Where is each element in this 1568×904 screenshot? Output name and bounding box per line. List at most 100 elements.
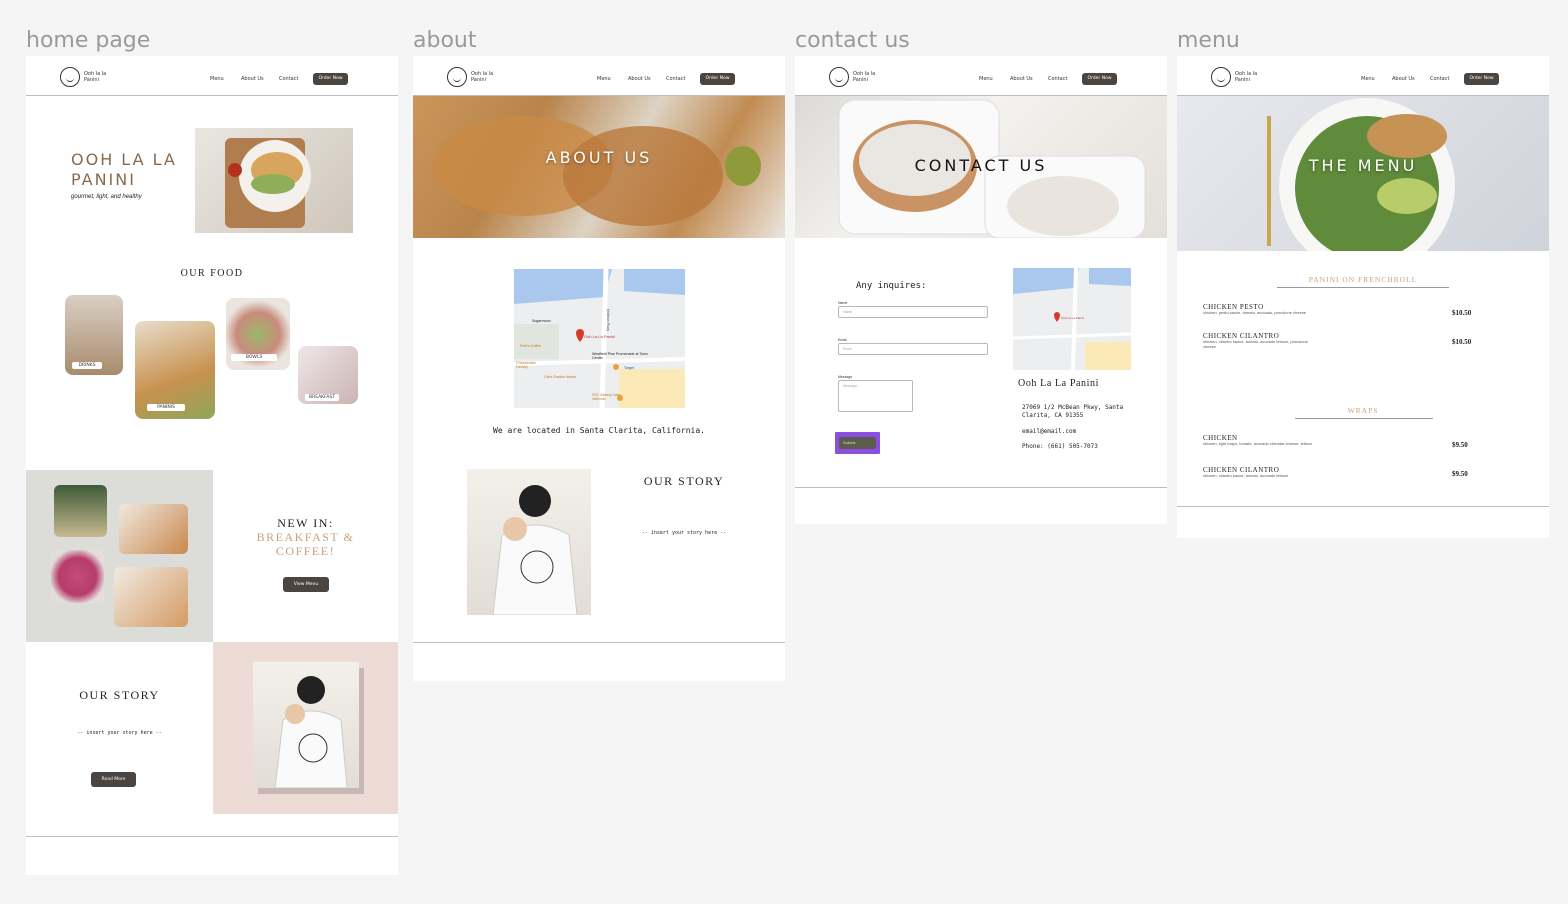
logo-icon[interactable]	[829, 67, 849, 87]
order-now-button[interactable]: Order Now	[1082, 73, 1117, 85]
phone-text[interactable]: Phone: (661) 505-7073	[1022, 443, 1098, 450]
email-label: Email	[838, 338, 847, 342]
nav-contact-link[interactable]: Contact	[666, 76, 685, 82]
story-photo	[253, 662, 359, 788]
nav-about-link[interactable]: About Us	[1392, 76, 1415, 82]
nav-about-link[interactable]: About Us	[241, 76, 264, 82]
food-tag-bowls: BOWLS	[231, 354, 277, 361]
nav-contact-link[interactable]: Contact	[279, 76, 298, 82]
about-hero-title: ABOUT US	[545, 148, 653, 167]
coffee-photo	[54, 485, 107, 537]
tagline: gourmet, light, and healthy	[71, 194, 142, 200]
logo-text: Ooh la la Panini	[471, 71, 494, 83]
contact-map[interactable]: Ooh La La Panini	[1013, 268, 1131, 370]
nav-about-link[interactable]: About Us	[628, 76, 651, 82]
location-map[interactable]: Sugarmoon Ooh La La Panini Peet's Coffee…	[514, 269, 685, 408]
our-food-heading: OUR FOOD	[180, 268, 244, 279]
name-label: Name	[838, 301, 848, 305]
email-placeholder: Email	[843, 347, 852, 351]
section-heading-wraps: WRAPS	[1347, 406, 1379, 415]
frame-label-home: home page	[26, 28, 151, 53]
menu-item-desc: chicken, light mayo, tomato, avocado che…	[1203, 441, 1313, 446]
food-tag-paninis: PANINIS	[147, 404, 185, 411]
map-label-olive-garden: Olive Garden Italian	[544, 375, 576, 379]
name-placeholder: Name	[843, 310, 853, 314]
new-in-line3: COFFEE!	[275, 544, 336, 558]
hero-panini-photo	[195, 128, 353, 233]
nav-about-link[interactable]: About Us	[1010, 76, 1033, 82]
map-label-cheesecake: Cheesecake Factory	[516, 361, 536, 369]
frame-label-menu: menu	[1177, 28, 1240, 53]
breakfast-wrap-photo	[114, 567, 188, 627]
read-more-button[interactable]: Read More	[91, 772, 136, 787]
story-panel	[213, 642, 398, 814]
story-photo	[467, 469, 591, 615]
section-underline	[1277, 287, 1449, 288]
name-field[interactable]: Name	[838, 306, 988, 318]
logo-text: Ooh la la Panini	[84, 71, 107, 83]
footer-divider	[26, 836, 398, 837]
logo-icon[interactable]	[1211, 67, 1231, 87]
nav-contact-link[interactable]: Contact	[1430, 76, 1449, 82]
logo-icon[interactable]	[60, 67, 80, 87]
section-underline	[1295, 418, 1433, 419]
new-in-line1: NEW IN:	[277, 516, 334, 530]
nav-menu-link[interactable]: Menu	[210, 76, 224, 82]
menu-item-desc: chicken, pesto sauce, tomato, avocado, p…	[1203, 310, 1306, 315]
contact-page-frame: Ooh la la Panini Menu About Us Contact O…	[795, 56, 1167, 524]
person-with-baby-illustration	[492, 485, 578, 615]
about-page-frame: Ooh la la Panini Menu About Us Contact O…	[413, 56, 785, 681]
address-text: 27069 1/2 McBean Pkwy, Santa Clarita, CA…	[1022, 404, 1124, 419]
business-name: Ooh La La Panini	[1018, 378, 1099, 389]
nav-bar: Ooh la la Panini Menu About Us Contact O…	[795, 56, 1167, 96]
about-hero-photo	[413, 96, 785, 238]
logo-text: Ooh la la Panini	[1235, 71, 1258, 83]
nav-menu-link[interactable]: Menu	[597, 76, 611, 82]
menu-hero-title: THE MENU	[1308, 156, 1418, 175]
menu-item-price: $10.50	[1452, 309, 1472, 317]
nav-menu-link[interactable]: Menu	[979, 76, 993, 82]
map-label-ssc: SSC Bakery Cafe - Valencia	[592, 393, 623, 401]
nav-contact-link[interactable]: Contact	[1048, 76, 1067, 82]
story-placeholder: -- insert your story here --	[77, 730, 162, 736]
contact-hero-title: CONTACT US	[914, 156, 1048, 175]
view-menu-button[interactable]: View Menu	[283, 577, 329, 592]
message-field[interactable]: Message	[838, 380, 913, 412]
nav-bar: Ooh la la Panini Menu About Us Contact O…	[1177, 56, 1549, 96]
new-in-heading: NEW IN: BREAKFAST & COFFEE!	[213, 516, 398, 558]
frame-label-contact: contact us	[795, 28, 910, 53]
order-now-button[interactable]: Order Now	[313, 73, 348, 85]
map-label-mcbean: McBean Pkwy	[606, 309, 610, 332]
menu-item-price: $10.50	[1452, 338, 1472, 346]
map-label-panini: Ooh La La Panini	[584, 334, 615, 339]
map-label-target: Target	[624, 366, 634, 370]
sandwich-photo	[119, 504, 188, 554]
submit-button[interactable]: Submit	[839, 437, 876, 449]
logo-icon[interactable]	[447, 67, 467, 87]
panini-illustration	[433, 116, 761, 226]
email-field[interactable]: Email	[838, 343, 988, 355]
footer-divider	[795, 487, 1167, 488]
map-label-westfield: Westfield Pine Promenade at Town Center	[592, 352, 648, 360]
frame-label-about: about	[413, 28, 477, 53]
our-story-heading: OUR STORY	[643, 474, 725, 488]
submit-highlight: Submit	[835, 432, 880, 454]
map-label-sugarmoon: Sugarmoon	[532, 319, 551, 323]
map-label-peets: Peet's Coffee	[520, 344, 542, 348]
order-now-button[interactable]: Order Now	[700, 73, 735, 85]
menu-item-desc: chicken, cilantro sauce, tomato, avocado…	[1203, 473, 1289, 478]
food-tag-drinks: DRINKS	[72, 362, 102, 369]
nav-menu-link[interactable]: Menu	[1361, 76, 1375, 82]
new-in-collage	[26, 470, 213, 642]
order-now-button[interactable]: Order Now	[1464, 73, 1499, 85]
logo-text: Ooh la la Panini	[853, 71, 876, 83]
acai-bowl-photo	[51, 550, 104, 603]
message-placeholder: Message	[843, 384, 858, 388]
footer-divider	[413, 642, 785, 643]
menu-page-frame: Ooh la la Panini Menu About Us Contact O…	[1177, 56, 1549, 538]
nav-bar: Ooh la la Panini Menu About Us Contact O…	[26, 56, 398, 96]
email-text[interactable]: email@email.com	[1022, 428, 1076, 435]
location-text: We are located in Santa Clarita, Califor…	[493, 426, 705, 435]
message-label: Message	[838, 375, 853, 379]
new-in-line2: BREAKFAST &	[256, 530, 355, 544]
